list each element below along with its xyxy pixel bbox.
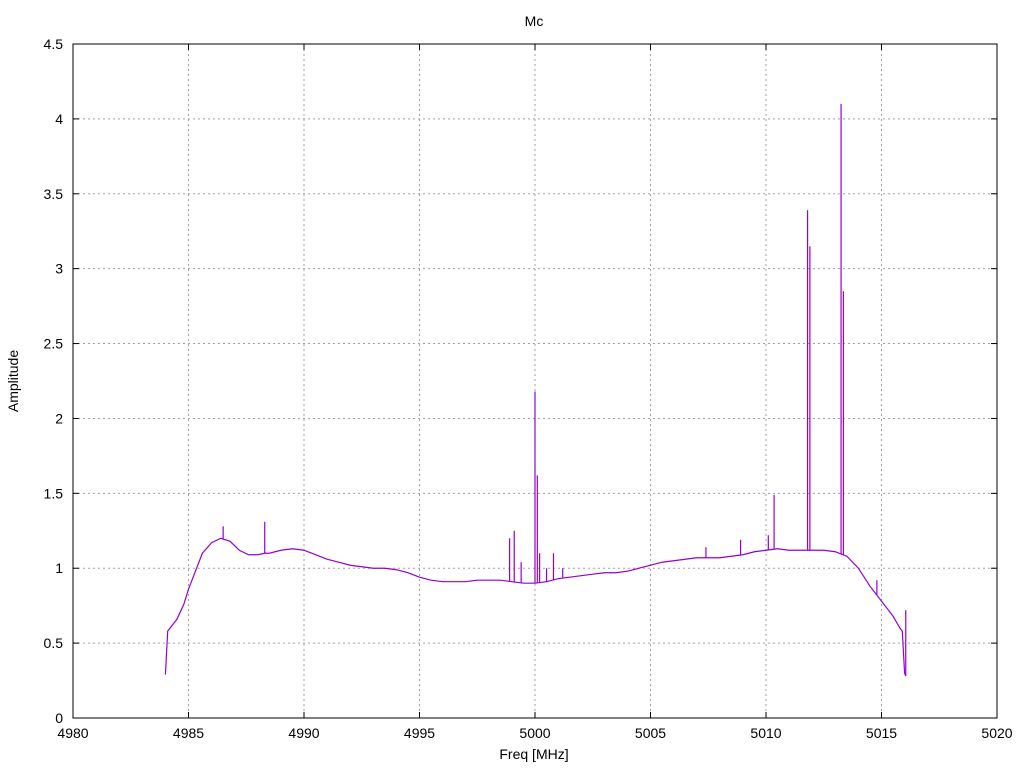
y-tick-label: 1.5 — [44, 485, 64, 501]
x-axis-title: Freq [MHz] — [499, 746, 568, 762]
chart: Mc Freq [MHz] Amplitude 4980 4985 4990 4995… — [5, 13, 1013, 762]
x-tick-label: 4980 — [57, 725, 88, 741]
chart-title: Mc — [525, 13, 544, 29]
x-tick-label: 5010 — [750, 725, 781, 741]
x-tick-label: 5000 — [519, 725, 550, 741]
x-tick-label: 5015 — [866, 725, 897, 741]
x-tick-label: 4985 — [173, 725, 204, 741]
x-tick-label: 5020 — [981, 725, 1012, 741]
y-axis-title: Amplitude — [5, 350, 21, 412]
x-tick-label: 4990 — [288, 725, 319, 741]
y-tick-label: 4.5 — [44, 36, 64, 52]
x-tick-label: 4995 — [404, 725, 435, 741]
y-tick-label: 3 — [55, 261, 63, 277]
y-tick-label: 0.5 — [44, 635, 64, 651]
grid — [73, 44, 997, 718]
x-tick-label: 5005 — [635, 725, 666, 741]
y-tick-label: 1 — [55, 560, 63, 576]
plot-series — [164, 103, 907, 677]
y-tick-label: 2.5 — [44, 336, 64, 352]
y-tick-label: 0 — [55, 710, 63, 726]
y-tick-label: 3.5 — [44, 186, 64, 202]
y-tick-label: 2 — [55, 410, 63, 426]
y-tick-label: 4 — [55, 111, 63, 127]
